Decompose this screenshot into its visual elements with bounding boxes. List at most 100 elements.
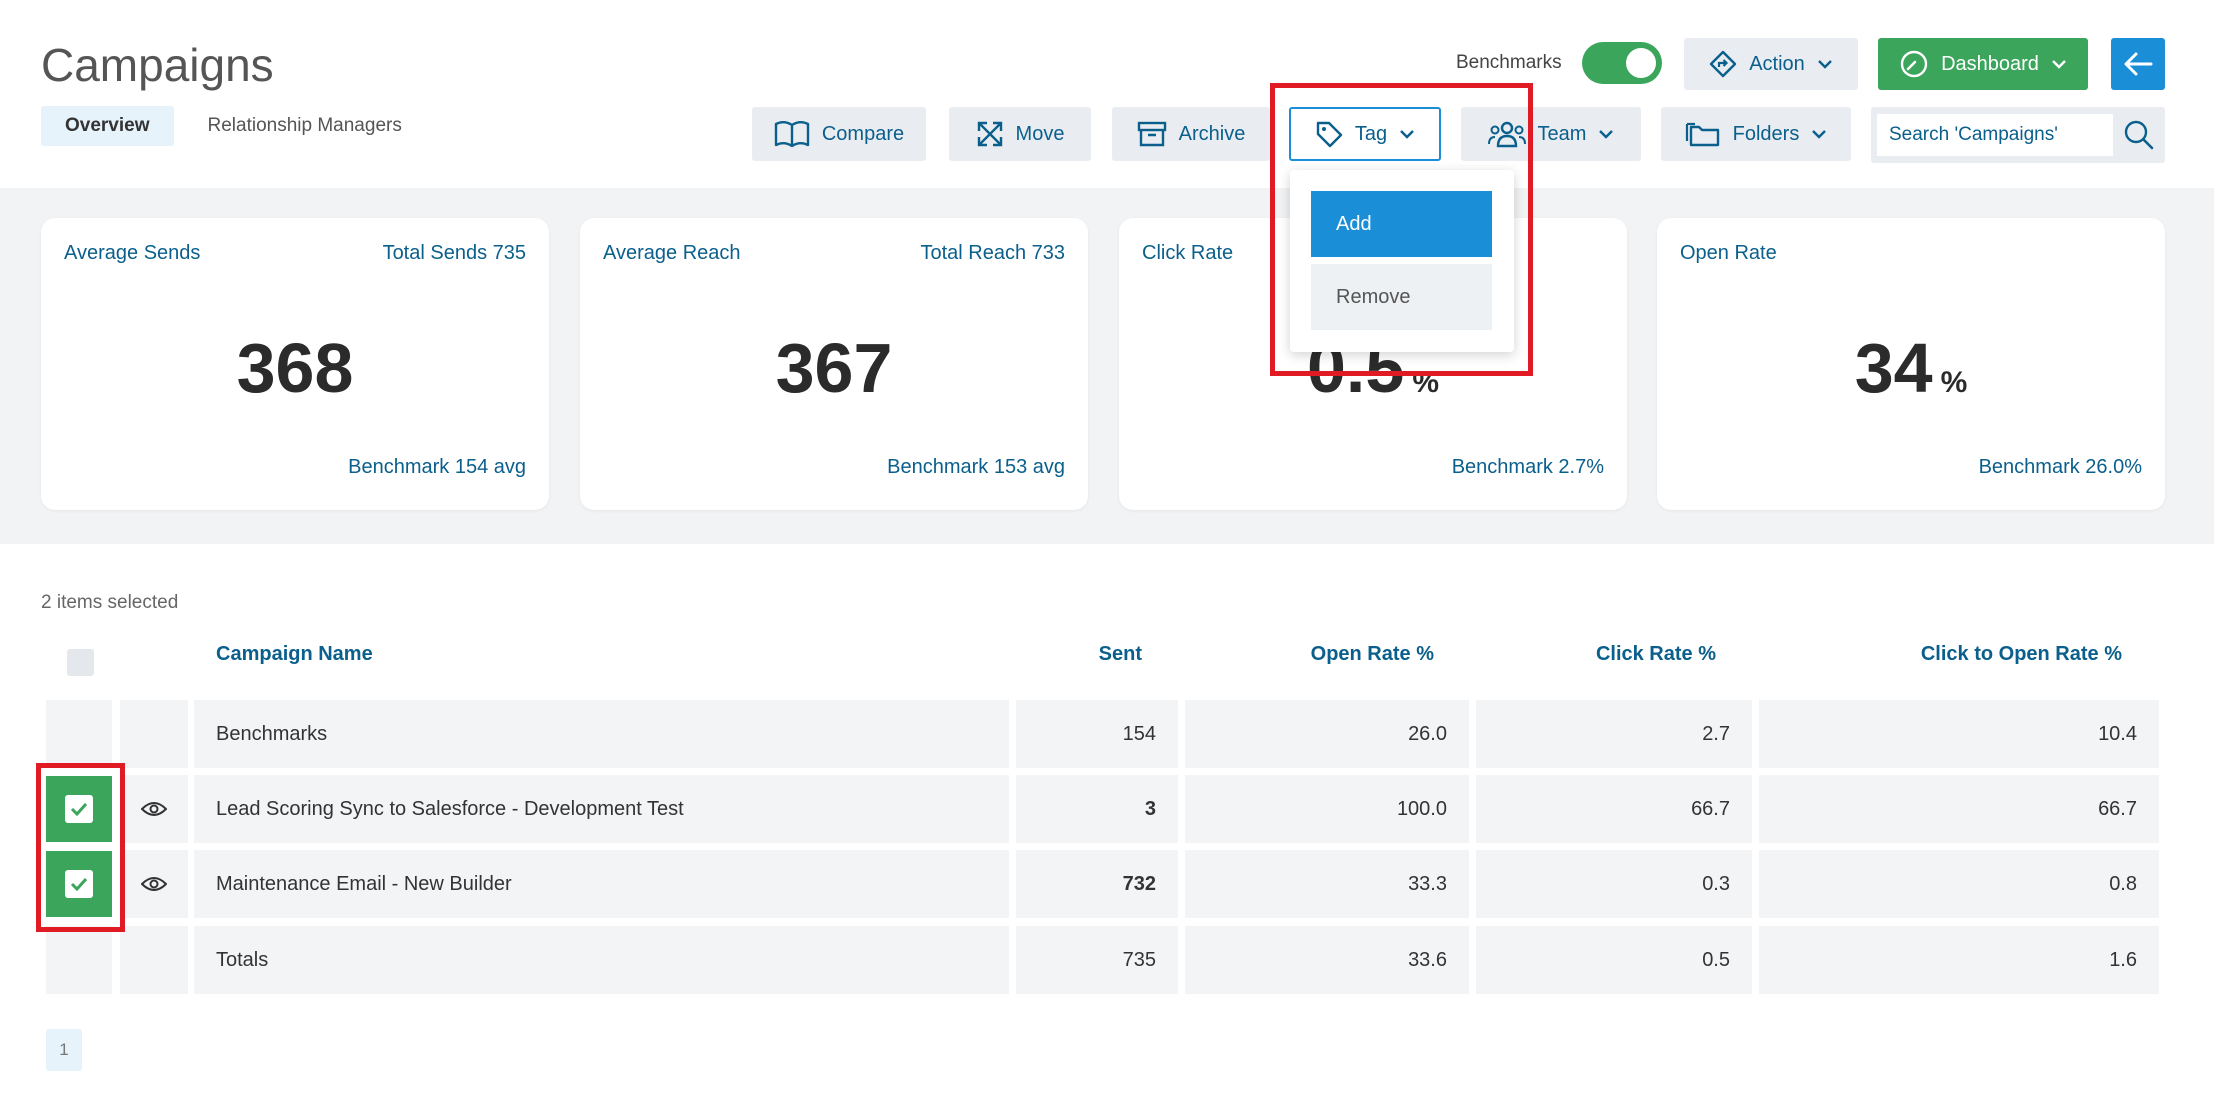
chevron-down-icon [1817,60,1832,69]
team-button[interactable]: Team [1461,107,1641,161]
table-cell-click-rate: 2.7 [1476,700,1752,768]
table-cell-sent: 3 [1016,775,1178,843]
benchmarks-label: Benchmarks [1456,52,1562,73]
compare-label: Compare [821,122,905,145]
benchmarks-toggle[interactable] [1582,42,1662,84]
card-total: Total Reach 733 [920,242,1065,264]
table-cell-open-rate: 33.6 [1185,926,1469,994]
gauge-icon [1900,50,1928,78]
action-button[interactable]: Action [1684,38,1858,90]
table-cell-name[interactable]: Lead Scoring Sync to Salesforce - Develo… [194,775,1009,843]
table-cell-cto-rate: 10.4 [1759,700,2159,768]
table-cell-name[interactable]: Maintenance Email - New Builder [194,850,1009,918]
tab-relationship-managers[interactable]: Relationship Managers [184,106,426,146]
table-cell-name: Totals [194,926,1009,994]
archive-box-icon [1137,121,1166,147]
check-icon [70,877,88,891]
chevron-down-icon [1812,130,1827,139]
table-cell-cto-rate: 1.6 [1759,926,2159,994]
card-benchmark: Benchmark 153 avg [887,456,1065,478]
eye-icon[interactable] [141,875,167,893]
column-header-campaign-name[interactable]: Campaign Name [216,643,373,666]
tag-dropdown-menu: Add Remove [1290,170,1514,352]
back-button[interactable] [2111,38,2165,90]
action-label: Action [1749,52,1805,75]
table-cell-click-rate: 0.3 [1476,850,1752,918]
card-title: Click Rate [1142,242,1234,264]
tag-remove-option[interactable]: Remove [1311,264,1492,330]
column-header-click-to-open-rate[interactable]: Click to Open Rate % [1756,643,2122,666]
tag-add-option[interactable]: Add [1311,191,1492,257]
subtabs: Overview Relationship Managers [41,106,426,146]
card-value: 368 [41,328,549,408]
folders-button[interactable]: Folders [1661,107,1851,161]
checkbox-box [65,795,93,823]
team-label: Team [1537,122,1587,145]
row-checkbox-checked[interactable] [46,776,112,842]
search-box [1871,107,2165,163]
tag-label: Tag [1354,122,1388,145]
table-cell-click-rate: 0.5 [1476,926,1752,994]
card-open-rate: Open Rate 34% Benchmark 26.0% [1657,218,2165,510]
expand-arrows-icon [977,121,1002,147]
move-button[interactable]: Move [949,107,1091,161]
chevron-down-icon [1400,130,1414,139]
table-cell-name: Benchmarks [194,700,1009,768]
card-benchmark: Benchmark 26.0% [1978,456,2142,478]
card-title: Average Sends [64,242,201,264]
eye-icon[interactable] [141,800,167,818]
card-value: 367 [580,328,1088,408]
arrow-left-icon [2124,52,2153,76]
search-icon[interactable] [2123,119,2155,151]
row-preview-cell [120,926,188,994]
card-title: Average Reach [603,242,741,264]
column-header-click-rate[interactable]: Click Rate % [1472,643,1716,666]
row-checkbox-checked[interactable] [46,851,112,917]
table-cell-sent: 154 [1016,700,1178,768]
check-icon [70,802,88,816]
archive-button[interactable]: Archive [1112,107,1270,161]
tab-overview[interactable]: Overview [41,106,174,146]
folders-label: Folders [1732,122,1800,145]
tag-button[interactable]: Tag [1289,107,1441,161]
compare-button[interactable]: Compare [752,107,926,161]
dashboard-button[interactable]: Dashboard [1878,38,2088,90]
card-unit: % [1940,366,1968,399]
archive-label: Archive [1178,122,1246,145]
card-average-sends: Average Sends Total Sends 735 368 Benchm… [41,218,549,510]
table-cell-cto-rate: 0.8 [1759,850,2159,918]
search-input[interactable] [1877,114,2113,156]
checkbox-box [65,870,93,898]
table-cell-open-rate: 100.0 [1185,775,1469,843]
card-benchmark: Benchmark 2.7% [1451,456,1604,478]
card-number: 368 [236,329,354,407]
table-cell-click-rate: 66.7 [1476,775,1752,843]
card-title: Open Rate [1680,242,1777,264]
column-header-open-rate[interactable]: Open Rate % [1184,643,1434,666]
row-checkbox-cell [46,700,112,768]
table-cell-sent: 732 [1016,850,1178,918]
card-number: 34 [1854,329,1933,407]
card-average-reach: Average Reach Total Reach 733 367 Benchm… [580,218,1088,510]
directions-icon [1710,50,1737,78]
book-icon [774,121,810,148]
table-cell-open-rate: 26.0 [1185,700,1469,768]
table-cell-sent: 735 [1016,926,1178,994]
row-preview-cell [120,775,188,843]
row-checkbox-cell [46,926,112,994]
card-value: 34% [1657,328,2165,408]
table-cell-cto-rate: 66.7 [1759,775,2159,843]
page-title: Campaigns [41,39,274,91]
card-benchmark: Benchmark 154 avg [348,456,526,478]
pagination-page-1[interactable]: 1 [46,1029,82,1071]
select-all-checkbox[interactable] [67,649,94,676]
card-number: 367 [775,329,893,407]
tag-icon [1316,121,1343,148]
row-preview-cell [120,850,188,918]
move-label: Move [1015,122,1065,145]
column-header-sent[interactable]: Sent [1010,643,1142,666]
folders-icon [1685,122,1719,147]
table-cell-open-rate: 33.3 [1185,850,1469,918]
toggle-knob [1626,48,1656,78]
users-icon [1487,121,1526,148]
